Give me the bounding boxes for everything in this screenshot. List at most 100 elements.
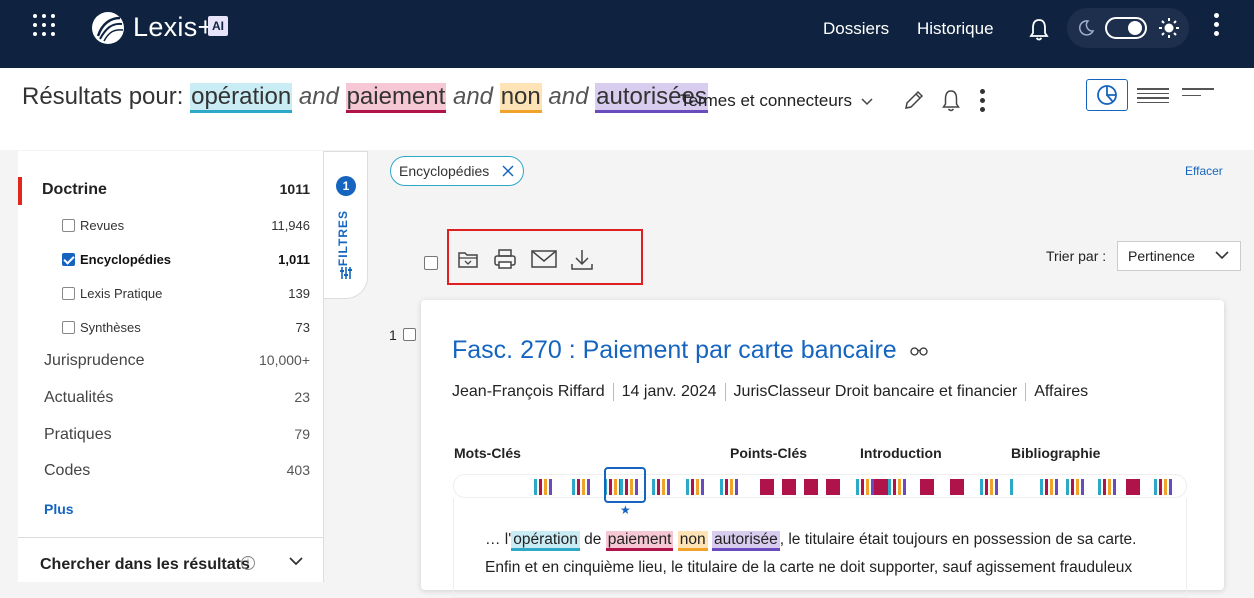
hit-segment — [686, 479, 689, 495]
filter-count-badge: 1 — [336, 176, 356, 196]
sliders-icon — [340, 267, 352, 279]
nav-dossiers[interactable]: Dossiers — [823, 19, 889, 39]
result-checkbox[interactable] — [403, 328, 416, 341]
compact-view-button[interactable] — [1182, 88, 1214, 101]
subcategory-lexis-pratique[interactable]: Lexis Pratique 139 — [18, 283, 324, 307]
subcategory-syntheses[interactable]: Synthèses 73 — [18, 317, 324, 341]
list-view-button[interactable] — [1137, 88, 1169, 106]
bell-icon[interactable] — [1028, 17, 1050, 41]
hit-segment — [544, 479, 547, 495]
hit-segment — [985, 479, 988, 495]
select-all-checkbox[interactable] — [424, 256, 438, 270]
category-doctrine[interactable]: Doctrine 1011 — [18, 181, 324, 205]
search-header: Résultats pour: opération and paiement a… — [0, 68, 1254, 150]
result-date: 14 janv. 2024 — [621, 383, 717, 401]
active-filter-chip[interactable]: Encyclopédies — [390, 156, 525, 186]
category-label: Codes — [44, 462, 91, 479]
download-icon[interactable] — [570, 248, 594, 272]
hit-segment — [667, 479, 670, 495]
section-bibliographie[interactable]: Bibliographie — [1011, 445, 1100, 461]
hit-segment — [1169, 479, 1172, 495]
info-icon[interactable]: i — [241, 556, 255, 570]
ai-badge: AI — [208, 16, 228, 36]
term-hit-map[interactable]: ★ — [453, 467, 1187, 517]
section-introduction[interactable]: Introduction — [860, 445, 942, 461]
hit-segment — [861, 479, 864, 495]
hit-segment — [995, 479, 998, 495]
folder-icon[interactable] — [457, 248, 479, 270]
hit-segment — [1071, 479, 1074, 495]
snippet-line: Enfin et en cinquième lieu, le titulaire… — [485, 559, 1133, 576]
category-count: 403 — [286, 462, 310, 478]
top-nav-bar: Lexis+ AI Dossiers Historique — [0, 0, 1254, 68]
hit-segment — [1055, 479, 1058, 495]
result-meta: Jean-François Riffard 14 janv. 2024 JurisC… — [452, 383, 1088, 401]
subcategory-label: Lexis Pratique — [80, 286, 163, 301]
category-label: Jurisprudence — [44, 352, 145, 369]
checkbox[interactable] — [62, 253, 75, 266]
subcategory-encyclopedies[interactable]: Encyclopédies 1,011 — [18, 249, 324, 273]
hit-segment — [539, 479, 542, 495]
clear-filters-link[interactable]: Effacer — [1185, 164, 1223, 178]
search-term: opération — [190, 83, 293, 113]
hit-segment — [782, 479, 796, 495]
hit-segment — [587, 479, 590, 495]
snippet-line: … l' opération de paiement non autorisée,… — [485, 526, 1175, 554]
apps-grid-icon[interactable] — [33, 14, 55, 36]
sort-label: Trier par : — [1046, 248, 1107, 264]
section-mots-cles[interactable]: Mots-Clés — [454, 445, 521, 461]
hit-segment — [534, 479, 537, 495]
hit-segment — [1126, 479, 1140, 495]
nav-historique[interactable]: Historique — [917, 19, 994, 39]
hit-segment — [898, 479, 901, 495]
glasses-icon[interactable] — [910, 346, 928, 356]
email-icon[interactable] — [530, 248, 558, 270]
search-mode-label: Termes et connecteurs — [680, 91, 852, 110]
hit-segment — [652, 479, 655, 495]
result-category: Affaires — [1034, 383, 1089, 401]
checkbox[interactable] — [62, 321, 75, 334]
sort-dropdown[interactable]: Pertinence — [1117, 241, 1241, 271]
checkbox[interactable] — [62, 287, 75, 300]
result-author: Jean-François Riffard — [452, 383, 605, 401]
section-points-cles[interactable]: Points-Clés — [730, 445, 807, 461]
dark-mode-toggle[interactable] — [1105, 17, 1147, 39]
hit-segment — [1010, 479, 1013, 495]
hit-segment — [1164, 479, 1167, 495]
close-icon[interactable] — [501, 164, 515, 178]
hit-segment — [582, 479, 585, 495]
category-jurisprudence[interactable]: Jurisprudence 10,000+ — [18, 352, 324, 376]
category-label: Actualités — [44, 389, 114, 406]
category-count: 23 — [294, 389, 310, 405]
pencil-icon[interactable] — [903, 89, 925, 111]
more-categories-link[interactable]: Plus — [44, 501, 74, 517]
kebab-icon[interactable] — [980, 89, 985, 116]
hit-segment — [1098, 479, 1101, 495]
chart-view-button[interactable] — [1086, 79, 1128, 111]
hit-segment — [920, 479, 934, 495]
subcategory-revues[interactable]: Revues 11,946 — [18, 215, 324, 239]
chevron-down-icon[interactable] — [288, 556, 304, 566]
result-source: JurisClasseur Droit bancaire et financie… — [733, 383, 1018, 401]
filters-tab[interactable]: 1 FILTRES — [324, 151, 368, 299]
category-codes[interactable]: Codes 403 — [18, 462, 324, 486]
subcategory-count: 1,011 — [278, 252, 310, 267]
hit-segment — [577, 479, 580, 495]
search-mode-dropdown[interactable]: Termes et connecteurs — [680, 91, 873, 111]
subcategory-count: 139 — [288, 286, 310, 301]
hit-segment — [804, 479, 818, 495]
snippet-term: opération — [511, 531, 580, 551]
search-within-label[interactable]: Chercher dans les résultats — [40, 556, 250, 574]
checkbox[interactable] — [62, 219, 75, 232]
result-title[interactable]: Fasc. 270 : Paiement par carte bancaire — [452, 336, 897, 365]
chevron-down-icon — [861, 97, 873, 105]
subcategory-label: Synthèses — [80, 320, 141, 335]
category-pratiques[interactable]: Pratiques 79 — [18, 426, 324, 450]
category-actualites[interactable]: Actualités 23 — [18, 389, 324, 413]
bell-icon[interactable] — [941, 88, 961, 112]
print-icon[interactable] — [493, 248, 517, 270]
category-label: Doctrine — [42, 181, 107, 198]
hit-segment — [1045, 479, 1048, 495]
kebab-icon[interactable] — [1214, 13, 1220, 39]
pie-chart-icon — [1097, 85, 1117, 105]
